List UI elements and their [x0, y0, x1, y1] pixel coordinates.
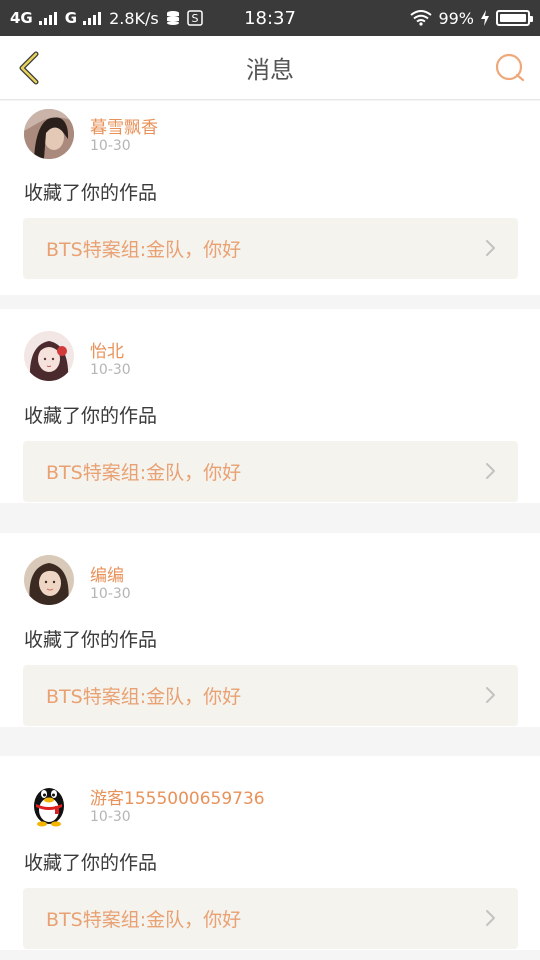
work-title: BTS特案组:金队，你好: [46, 686, 242, 708]
user-name[interactable]: 编编: [90, 561, 124, 586]
work-title: BTS特案组:金队，你好: [46, 462, 242, 484]
user-name[interactable]: 游客1555000659736: [90, 784, 265, 809]
qq-penguin-icon: [24, 778, 74, 828]
message-card: 编编 10-30 收藏了你的作品 BTS特案组:金队，你好: [0, 533, 540, 727]
battery-fill: [500, 14, 526, 22]
network-speed: 2.8K/s: [109, 8, 159, 28]
user-name[interactable]: 暮雪飘香: [90, 113, 158, 138]
signal-icon-2: [83, 12, 102, 25]
svg-text:S: S: [191, 12, 198, 25]
work-title: BTS特案组:金队，你好: [46, 909, 242, 931]
action-text: 收藏了你的作品: [24, 405, 158, 427]
network-type: 4G: [10, 9, 33, 27]
action-text: 收藏了你的作品: [24, 629, 158, 651]
message-feed[interactable]: 暮雪飘香 10-30 收藏了你的作品 BTS特案组:金队，你好 怡北 10-30…: [0, 101, 540, 960]
database-icon: [166, 11, 179, 25]
user-avatar[interactable]: [24, 109, 74, 159]
battery-icon: [496, 10, 533, 26]
network-type-2: G: [64, 9, 78, 27]
user-avatar[interactable]: [24, 555, 74, 605]
message-date: 10-30: [90, 809, 131, 825]
work-link[interactable]: BTS特案组:金队，你好: [23, 888, 518, 949]
message-card: 暮雪飘香 10-30 收藏了你的作品 BTS特案组:金队，你好: [0, 101, 540, 295]
chevron-right-icon: [486, 463, 495, 479]
action-text: 收藏了你的作品: [24, 852, 158, 874]
photo-avatar-icon: [24, 109, 74, 159]
charging-icon: [481, 10, 489, 26]
user-avatar[interactable]: [24, 778, 74, 828]
chevron-right-icon: [486, 910, 495, 926]
status-bar: 4G G 2.8K/s S 18:37 99%: [0, 0, 540, 36]
page-title: 消息: [246, 56, 294, 84]
message-date: 10-30: [90, 138, 131, 154]
user-name[interactable]: 怡北: [90, 337, 124, 362]
photo-avatar-icon: [24, 555, 74, 605]
s-app-icon: S: [186, 10, 203, 26]
search-icon[interactable]: [492, 50, 528, 86]
battery-percent: 99%: [438, 8, 474, 28]
nav-bar: 消息: [0, 36, 540, 100]
illustrated-avatar-icon: [24, 331, 74, 381]
action-text: 收藏了你的作品: [24, 182, 158, 204]
status-left: 4G G 2.8K/s S: [10, 9, 203, 28]
wifi-icon: [410, 10, 433, 26]
work-link[interactable]: BTS特案组:金队，你好: [23, 441, 518, 502]
chevron-right-icon: [486, 240, 495, 256]
work-title: BTS特案组:金队，你好: [46, 239, 242, 261]
message-date: 10-30: [90, 362, 131, 378]
message-date: 10-30: [90, 586, 131, 602]
work-link[interactable]: BTS特案组:金队，你好: [23, 665, 518, 726]
message-card: 游客1555000659736 10-30 收藏了你的作品 BTS特案组:金队，…: [0, 756, 540, 950]
user-avatar[interactable]: [24, 331, 74, 381]
status-right: 99%: [410, 8, 533, 28]
work-link[interactable]: BTS特案组:金队，你好: [23, 218, 518, 279]
message-card: 怡北 10-30 收藏了你的作品 BTS特案组:金队，你好: [0, 309, 540, 503]
signal-icon: [38, 12, 57, 25]
chevron-right-icon: [486, 687, 495, 703]
